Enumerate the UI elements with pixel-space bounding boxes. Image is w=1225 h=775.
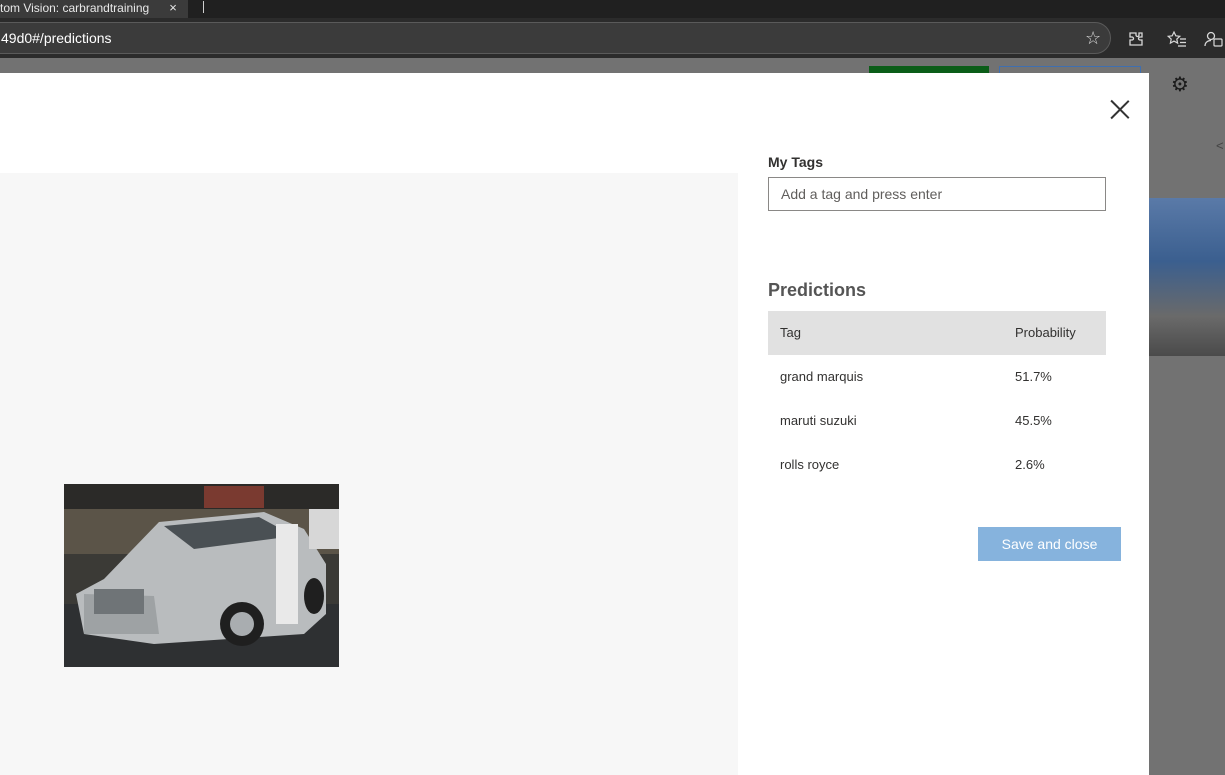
prediction-tag: grand marquis [780, 369, 864, 384]
profile-icon[interactable] [1202, 28, 1224, 50]
prediction-tag: rolls royce [780, 457, 840, 472]
table-row: maruti suzuki 45.5% [768, 399, 1106, 443]
favorites-icon[interactable] [1166, 28, 1188, 50]
favorite-star-icon[interactable]: ☆ [1085, 28, 1101, 48]
extensions-icon[interactable] [1125, 28, 1147, 50]
save-and-close-button[interactable]: Save and close [978, 527, 1121, 561]
browser-toolbar: 49d0#/predictions ☆ [0, 18, 1225, 58]
prediction-probability: 2.6% [1015, 457, 1045, 472]
close-icon[interactable] [1108, 98, 1132, 122]
column-header-tag[interactable]: Tag [780, 325, 801, 340]
prediction-probability: 51.7% [1015, 369, 1052, 384]
tab-separator [203, 1, 204, 13]
predictions-table: Tag Probability grand marquis 51.7% maru… [768, 311, 1106, 487]
table-row: rolls royce 2.6% [768, 443, 1106, 487]
my-tags-label: My Tags [768, 154, 823, 170]
car-image [64, 484, 339, 667]
prediction-tag: maruti suzuki [780, 413, 857, 428]
background-chevron-icon: < [1216, 138, 1224, 153]
background-car-thumbnail [1149, 198, 1225, 356]
table-header-row: Tag Probability [768, 311, 1106, 355]
column-header-probability[interactable]: Probability [1015, 325, 1076, 340]
address-bar[interactable]: 49d0#/predictions ☆ [0, 22, 1111, 54]
tab-title: tom Vision: carbrandtraining [0, 1, 150, 15]
table-row: grand marquis 51.7% [768, 355, 1106, 399]
browser-tab-bar: tom Vision: carbrandtraining × [0, 0, 1225, 18]
url-text[interactable]: 49d0#/predictions [1, 30, 112, 46]
settings-gear-icon: ⚙ [1171, 74, 1189, 96]
tag-input[interactable] [768, 177, 1106, 211]
tab-close-icon[interactable]: × [166, 0, 180, 16]
prediction-probability: 45.5% [1015, 413, 1052, 428]
predictions-heading: Predictions [768, 280, 867, 300]
browser-tab[interactable]: tom Vision: carbrandtraining × [0, 0, 188, 18]
image-preview-panel [0, 173, 738, 775]
